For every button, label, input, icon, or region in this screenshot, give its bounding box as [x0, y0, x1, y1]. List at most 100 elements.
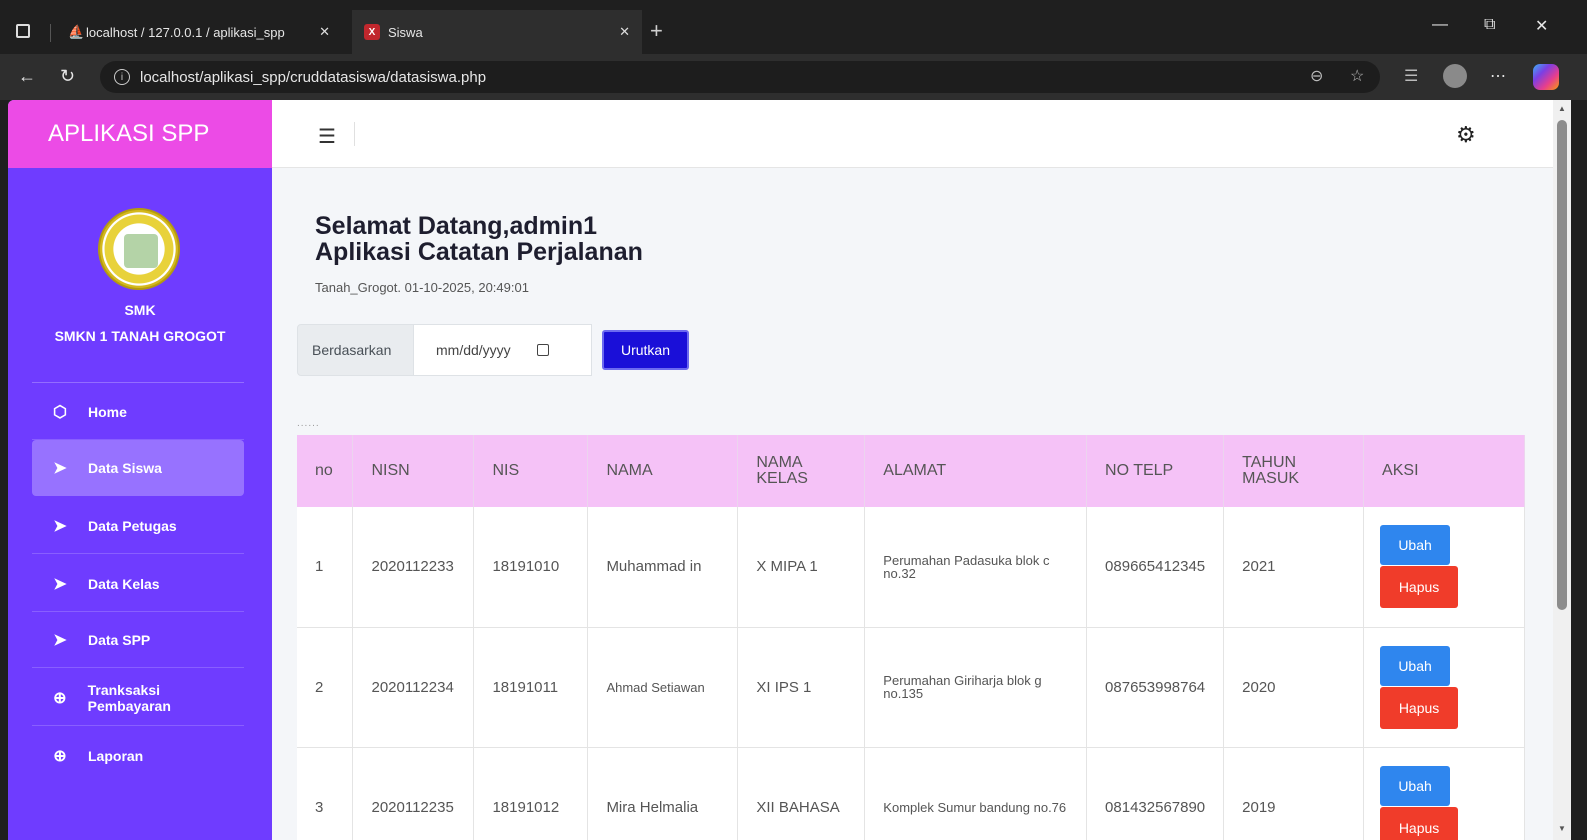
- address-bar: ← ↻ i localhost/aplikasi_spp/cruddatasis…: [0, 54, 1587, 100]
- cube-icon: ⬡: [53, 403, 67, 421]
- sidebar-item-label: Data Kelas: [88, 575, 160, 592]
- scrollbar-thumb[interactable]: [1557, 120, 1567, 610]
- cell-nama: Mira Helmalia: [587, 747, 739, 840]
- cell-nisn: 2020112234: [352, 627, 475, 748]
- sidebar-item-transaksi[interactable]: ⊕ Tranksaksi Pembayaran: [32, 670, 244, 726]
- xampp-icon: X: [364, 24, 380, 40]
- delete-button[interactable]: Hapus: [1380, 806, 1459, 840]
- edit-button[interactable]: Ubah: [1380, 525, 1451, 566]
- hamburger-menu-icon[interactable]: ☰: [318, 124, 336, 149]
- table-row: 3 2020112235 18191012 Mira Helmalia XII …: [297, 747, 1525, 840]
- calendar-icon[interactable]: [536, 344, 549, 356]
- sidebar-divider: [32, 382, 244, 383]
- cell-no: 2: [297, 627, 354, 748]
- tab-siswa[interactable]: X Siswa ✕: [352, 10, 642, 54]
- send-icon: ➤: [53, 460, 67, 477]
- app-sidebar: APLIKASI SPP SMK SMKN 1 TANAH GROGOT ⬡ H…: [8, 100, 272, 840]
- dots-text: ......: [297, 418, 320, 429]
- column-header: NISN: [352, 435, 475, 507]
- sidebar-item-home[interactable]: ⬡ Home: [32, 384, 244, 440]
- new-tab-icon[interactable]: +: [650, 18, 663, 44]
- column-header: NIS: [473, 435, 589, 507]
- cell-no: 1: [297, 507, 354, 628]
- student-table: no NISN NIS NAMA NAMA KELAS ALAMAT NO TE…: [297, 435, 1525, 840]
- delete-button[interactable]: Hapus: [1380, 686, 1459, 729]
- column-header: NO TELP: [1086, 435, 1225, 507]
- cell-nis: 18191010: [473, 507, 589, 628]
- favorite-star-icon[interactable]: ☆: [1350, 66, 1364, 86]
- sidebar-item-label: Data SPP: [88, 631, 151, 648]
- date-placeholder: mm/dd/yyyy: [436, 342, 511, 358]
- top-navbar: ☰ ⚙: [272, 100, 1561, 168]
- more-menu-icon[interactable]: ⋯: [1490, 66, 1506, 86]
- favorites-list-icon[interactable]: ☰: [1404, 66, 1418, 86]
- table-row: 2 2020112234 18191011 Ahmad Setiawan XI …: [297, 627, 1525, 748]
- scroll-up-icon[interactable]: ▲: [1558, 104, 1566, 113]
- sidebar-item-data-petugas[interactable]: ➤ Data Petugas: [32, 498, 244, 554]
- column-header: NAMA KELAS: [737, 435, 866, 507]
- profile-avatar[interactable]: [1443, 64, 1467, 88]
- zoom-icon[interactable]: ⊖: [1310, 66, 1323, 86]
- column-header: no: [297, 435, 354, 507]
- site-info-icon[interactable]: i: [114, 69, 130, 85]
- column-header: ALAMAT: [864, 435, 1088, 507]
- cell-aksi: Ubah Hapus: [1363, 507, 1525, 628]
- url-text: localhost/aplikasi_spp/cruddatasiswa/dat…: [140, 68, 487, 86]
- edit-button[interactable]: Ubah: [1380, 765, 1451, 806]
- restore-icon[interactable]: ⧉: [1484, 16, 1495, 34]
- scroll-down-icon[interactable]: ▼: [1558, 824, 1566, 833]
- date-filter: Berdasarkan mm/dd/yyyy: [297, 324, 592, 376]
- plus-circle-icon: ⊕: [53, 748, 67, 765]
- school-name: SMKN 1 TANAH GROGOT: [54, 328, 226, 344]
- cell-no: 3: [297, 747, 354, 840]
- app-brand[interactable]: APLIKASI SPP: [8, 100, 272, 168]
- school-logo: [98, 208, 180, 290]
- cell-tahun: 2021: [1223, 507, 1365, 628]
- delete-button[interactable]: Hapus: [1380, 566, 1459, 609]
- tab-close-icon[interactable]: ✕: [619, 24, 630, 40]
- cell-alamat: Komplek Sumur bandung no.76: [864, 747, 1088, 840]
- cell-tahun: 2019: [1223, 747, 1365, 840]
- sidebar-item-data-kelas[interactable]: ➤ Data Kelas: [32, 556, 244, 612]
- cell-telp: 089665412345: [1086, 507, 1225, 628]
- sort-button[interactable]: Urutkan: [602, 330, 689, 370]
- filter-label: Berdasarkan: [297, 324, 414, 376]
- cell-telp: 081432567890: [1086, 747, 1225, 840]
- send-icon: ➤: [53, 631, 67, 649]
- tab-phpmyadmin[interactable]: ⛵ localhost / 127.0.0.1 / aplikasi_spp ✕: [62, 10, 342, 54]
- column-header: TAHUN MASUK: [1223, 435, 1365, 507]
- sidebar-toggle-icon[interactable]: [16, 24, 30, 38]
- url-field[interactable]: i localhost/aplikasi_spp/cruddatasiswa/d…: [100, 61, 1380, 93]
- date-input[interactable]: mm/dd/yyyy: [414, 324, 592, 376]
- navbar-divider: [354, 122, 355, 146]
- sidebar-item-data-siswa[interactable]: ➤ Data Siswa: [32, 440, 244, 496]
- welcome-heading: Selamat Datang,admin1: [315, 212, 598, 240]
- cell-alamat: Perumahan Giriharja blok g no.135: [864, 627, 1088, 748]
- tab-close-icon[interactable]: ✕: [319, 24, 330, 40]
- page-scrollbar[interactable]: ▲ ▼: [1553, 100, 1571, 840]
- sidebar-item-label: Laporan: [88, 748, 144, 764]
- cell-kelas: X MIPA 1: [737, 507, 866, 628]
- phpmyadmin-icon: ⛵: [68, 24, 85, 39]
- back-arrow-icon[interactable]: ←: [18, 66, 36, 87]
- window-close-icon[interactable]: ✕: [1535, 16, 1548, 36]
- cell-aksi: Ubah Hapus: [1363, 627, 1525, 748]
- cell-nama: Muhammad in: [587, 507, 739, 628]
- send-icon: ➤: [53, 575, 67, 593]
- edit-button[interactable]: Ubah: [1380, 645, 1451, 686]
- cell-nama: Ahmad Setiawan: [587, 627, 739, 748]
- minimize-icon[interactable]: —: [1432, 16, 1448, 34]
- sidebar-item-data-spp[interactable]: ➤ Data SPP: [32, 612, 244, 668]
- tab-title: Siswa: [388, 24, 423, 40]
- table-header-row: no NISN NIS NAMA NAMA KELAS ALAMAT NO TE…: [297, 435, 1525, 507]
- sidebar-item-laporan[interactable]: ⊕ Laporan: [32, 728, 244, 784]
- copilot-icon[interactable]: [1533, 64, 1559, 90]
- cell-telp: 087653998764: [1086, 627, 1225, 748]
- page-viewport: APLIKASI SPP SMK SMKN 1 TANAH GROGOT ⬡ H…: [8, 100, 1571, 840]
- gear-icon[interactable]: ⚙: [1456, 122, 1476, 148]
- cell-nis: 18191011: [473, 627, 589, 748]
- sidebar-item-label: Home: [88, 403, 127, 420]
- tab-bar: ⛵ localhost / 127.0.0.1 / aplikasi_spp ✕…: [0, 10, 1587, 54]
- reload-icon[interactable]: ↻: [60, 66, 75, 87]
- plus-circle-icon: ⊕: [53, 689, 67, 707]
